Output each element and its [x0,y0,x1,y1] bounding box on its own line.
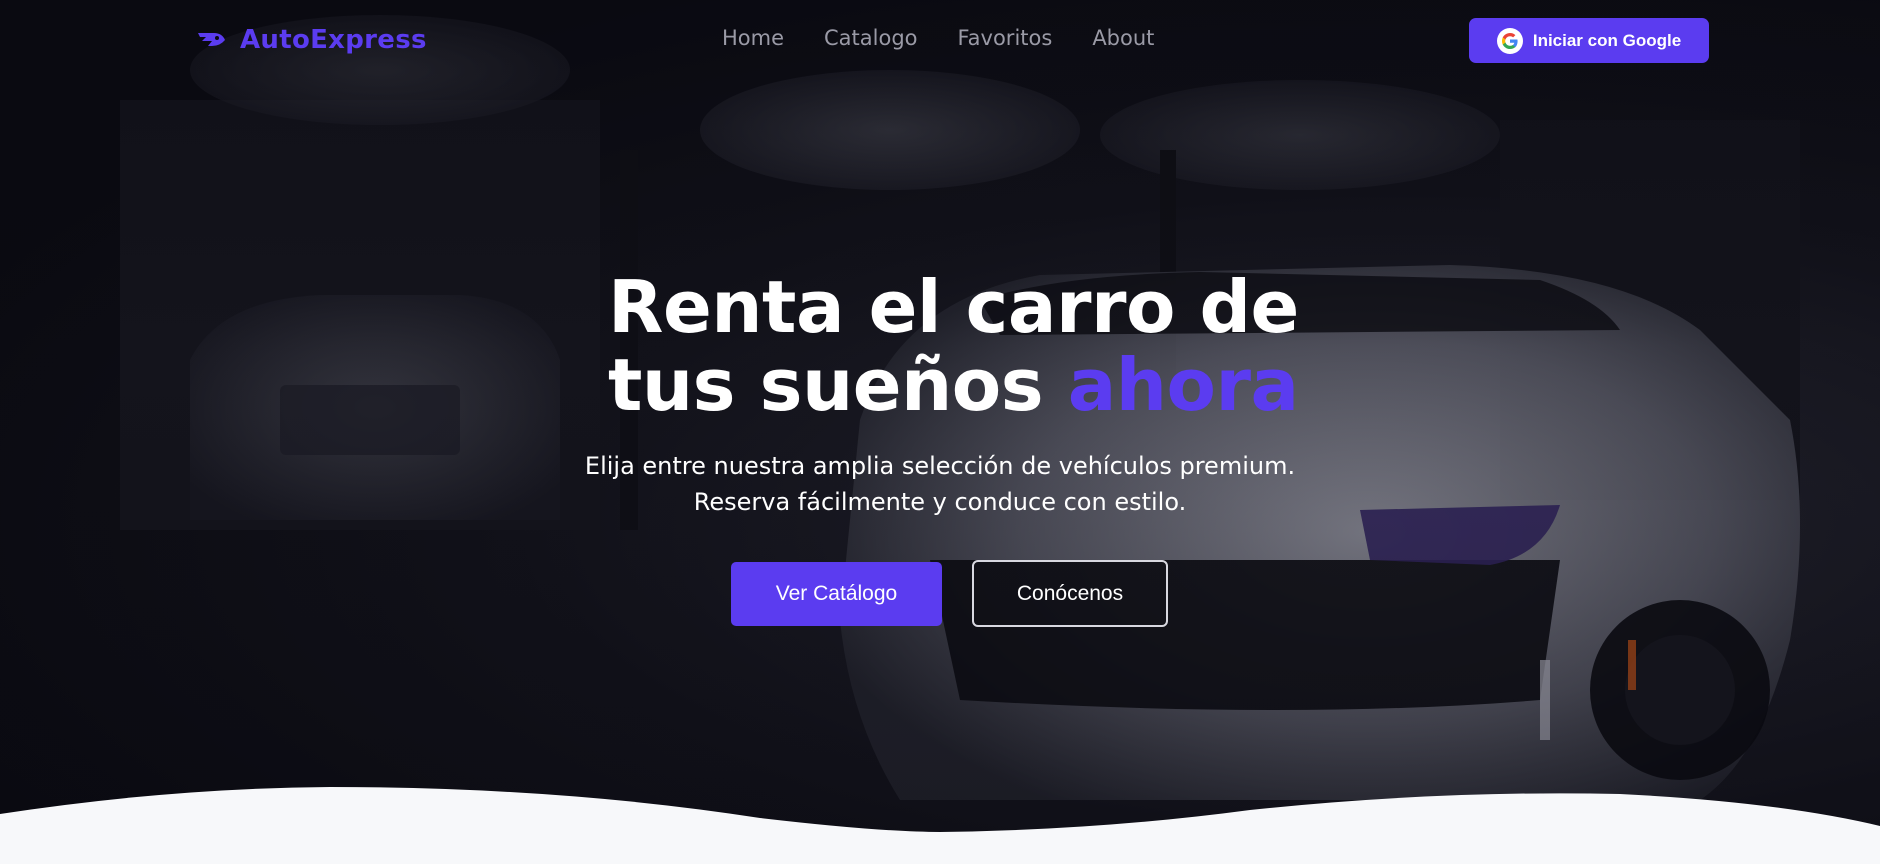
hero-title-line2: tus sueños [608,343,1044,427]
hero-section: AutoExpress Home Catalogo Favoritos Abou… [0,0,1880,864]
google-signin-button[interactable]: Iniciar con Google [1469,18,1709,63]
view-catalog-button[interactable]: Ver Catálogo [731,562,942,626]
nav-link-catalogo[interactable]: Catalogo [824,26,918,50]
about-us-button[interactable]: Conócenos [972,560,1168,627]
nav-link-favoritos[interactable]: Favoritos [958,26,1053,50]
hero-title-line1: Renta el carro de [608,265,1299,349]
google-signin-label: Iniciar con Google [1532,30,1682,50]
hero-overlay [0,0,1880,864]
hero-title: Renta el carro de tus sueños ahora [608,268,1368,424]
hero-subtitle: Elija entre nuestra amplia selección de … [440,448,1440,520]
google-icon [1496,27,1523,54]
hero-subtitle-line2: Reserva fácilmente y conduce con estilo. [693,488,1187,516]
brand-name: AutoExpress [240,25,427,55]
hero-title-accent: ahora [1067,343,1299,427]
nav-links: Home Catalogo Favoritos About [722,26,1154,50]
nav-link-about[interactable]: About [1092,26,1154,50]
top-navbar: AutoExpress Home Catalogo Favoritos Abou… [0,0,1880,80]
car-speed-icon [198,33,225,46]
nav-link-home[interactable]: Home [722,26,784,50]
hero-subtitle-line1: Elija entre nuestra amplia selección de … [584,452,1296,480]
brand-logo[interactable]: AutoExpress [196,24,427,56]
bottom-wave-divider [0,787,1880,864]
